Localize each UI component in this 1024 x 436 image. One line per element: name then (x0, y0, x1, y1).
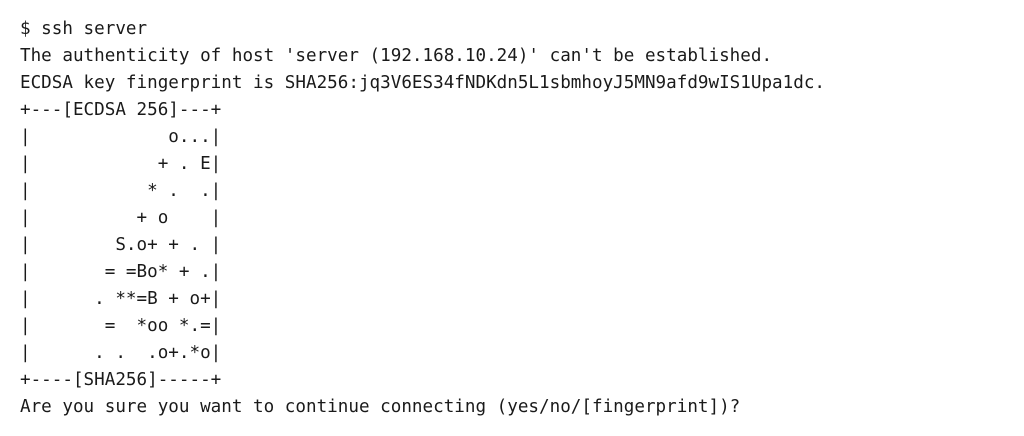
randomart-row: | * . .| (20, 181, 222, 201)
randomart-row: | . **=B + o+| (20, 289, 222, 309)
terminal-window[interactable]: $ ssh server The authenticity of host 's… (0, 0, 1024, 436)
command-prompt-line: $ ssh server (20, 19, 148, 39)
randomart-bottom-border: +----[SHA256]-----+ (20, 370, 222, 390)
randomart-row: | + . E| (20, 154, 222, 174)
randomart-row: | = =Bo* + .| (20, 262, 222, 282)
randomart-top-border: +---[ECDSA 256]---+ (20, 100, 222, 120)
randomart-row: | . . .o+.*o| (20, 343, 222, 363)
randomart-row: | S.o+ + . | (20, 235, 222, 255)
key-fingerprint-line: ECDSA key fingerprint is SHA256:jq3V6ES3… (20, 73, 826, 93)
randomart-row: | + o | (20, 208, 222, 228)
randomart-row: | o...| (20, 127, 222, 147)
randomart-row: | = *oo *.=| (20, 316, 222, 336)
authenticity-warning-line: The authenticity of host 'server (192.16… (20, 46, 773, 66)
continue-connecting-prompt[interactable]: Are you sure you want to continue connec… (20, 394, 1024, 421)
